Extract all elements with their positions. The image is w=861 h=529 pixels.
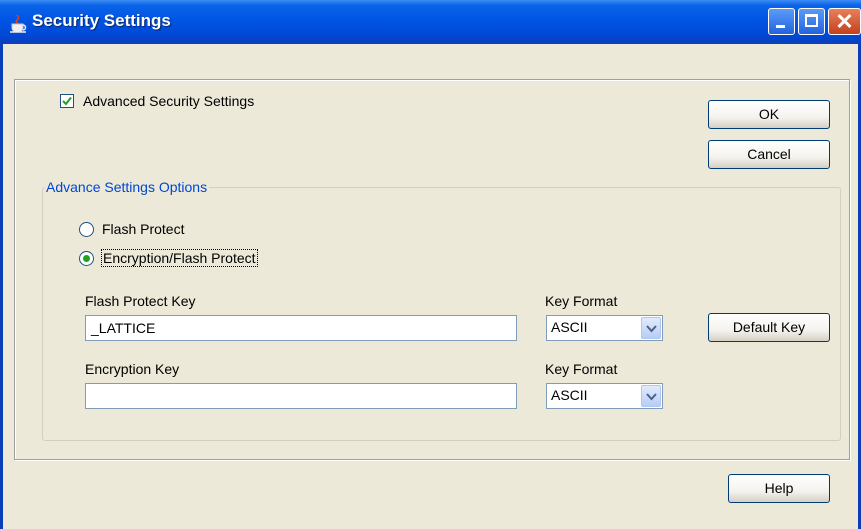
radio-selected-dot <box>83 255 90 262</box>
java-cup-icon <box>10 14 27 33</box>
minimize-icon <box>776 25 785 28</box>
flash-protect-key-input[interactable]: _LATTICE <box>85 315 517 341</box>
maximize-icon <box>805 14 818 27</box>
flash-protect-radio-label[interactable]: Flash Protect <box>102 221 184 237</box>
close-button[interactable]: ✕ <box>828 8 861 35</box>
encryption-key-label: Encryption Key <box>85 361 180 377</box>
key-format-label-1: Key Format <box>545 293 618 309</box>
advanced-security-label[interactable]: Advanced Security Settings <box>83 93 254 109</box>
encryption-flash-protect-radio-label[interactable]: Encryption/Flash Protect <box>101 249 258 267</box>
title-bar[interactable]: Security Settings ✕ <box>0 0 861 44</box>
dropdown-button-2[interactable] <box>641 385 661 407</box>
key-format-select-2[interactable]: ASCII <box>546 383 663 409</box>
minimize-button[interactable] <box>768 8 795 35</box>
key-format-value-1: ASCII <box>551 319 588 335</box>
encryption-flash-protect-radio[interactable] <box>79 251 94 266</box>
encryption-key-input[interactable] <box>85 383 517 409</box>
key-format-select-1[interactable]: ASCII <box>546 315 663 341</box>
advanced-security-checkbox[interactable] <box>60 94 74 108</box>
key-format-label-2: Key Format <box>545 361 618 377</box>
group-title: Advance Settings Options <box>45 179 210 195</box>
chevron-down-icon <box>646 393 657 401</box>
chevron-down-icon <box>646 325 657 333</box>
close-icon: ✕ <box>835 9 854 34</box>
ok-button[interactable]: OK <box>708 100 830 129</box>
dropdown-button-1[interactable] <box>641 317 661 339</box>
flash-protect-key-label: Flash Protect Key <box>85 293 196 309</box>
window-title: Security Settings <box>32 11 171 30</box>
default-key-button[interactable]: Default Key <box>708 313 830 342</box>
checkmark-icon <box>62 96 72 106</box>
flash-protect-radio[interactable] <box>79 222 94 237</box>
maximize-button[interactable] <box>798 8 825 35</box>
security-settings-window: Security Settings ✕ Advanced Security Se… <box>0 0 861 529</box>
help-button[interactable]: Help <box>728 474 830 503</box>
cancel-button[interactable]: Cancel <box>708 140 830 169</box>
key-format-value-2: ASCII <box>551 387 588 403</box>
